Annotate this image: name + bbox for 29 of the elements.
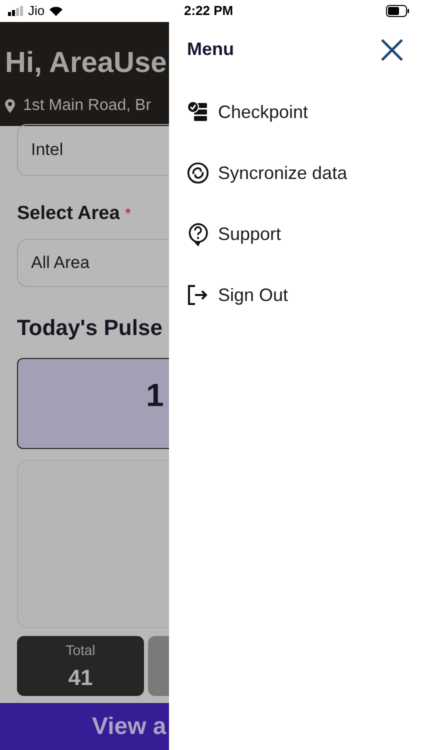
required-mark: *	[124, 205, 132, 225]
menu-item[interactable]: Syncronize data	[187, 160, 405, 186]
carrier-name: Jio	[28, 2, 45, 20]
close-icon	[380, 38, 404, 62]
menu-item-label: Checkpoint	[218, 100, 308, 124]
battery-icon	[386, 5, 410, 17]
signal-icon	[8, 6, 24, 16]
wifi-icon	[48, 6, 63, 16]
menu-item[interactable]: Support	[187, 221, 405, 247]
menu-title: Menu	[187, 38, 234, 61]
section-title: Today's Pulse	[17, 314, 164, 342]
server-check-icon	[187, 101, 209, 123]
clock-time: 2:22 PM	[184, 2, 234, 20]
menu-item-label: Sign Out	[218, 284, 288, 307]
sync-icon	[187, 161, 209, 185]
menu-item[interactable]: Checkpoint	[187, 99, 405, 125]
location-pin-icon	[5, 98, 15, 112]
stat-value: 41	[68, 664, 93, 692]
sign-out-icon	[187, 284, 209, 306]
help-icon	[187, 222, 209, 246]
area-label: Select Area	[17, 202, 120, 226]
location-text: 1st Main Road, Br	[23, 96, 152, 116]
greeting-title: Hi, AreaUse	[5, 46, 168, 81]
close-button[interactable]	[379, 36, 405, 62]
menu-item[interactable]: Sign Out	[187, 282, 405, 308]
stat-label: Total	[66, 640, 96, 660]
menu-item-label: Syncronize data	[218, 162, 348, 185]
pulse-value: 1	[146, 376, 164, 414]
menu-item-label: Support	[218, 222, 282, 246]
